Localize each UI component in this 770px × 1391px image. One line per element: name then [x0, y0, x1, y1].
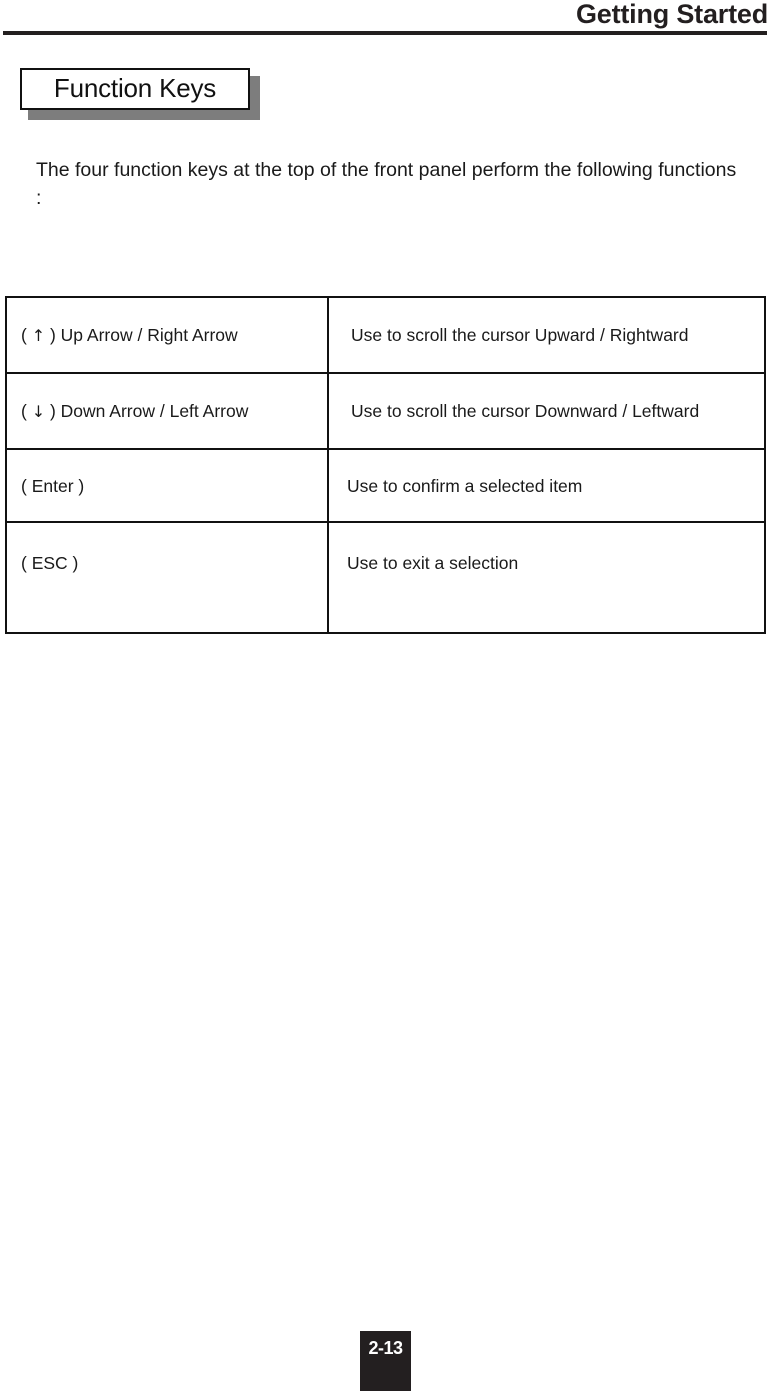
header-divider-rule — [3, 31, 767, 35]
key-label-suffix: ) Up Arrow / Right Arrow — [45, 324, 238, 345]
table-row: ( ↓ ) Down Arrow / Left Arrow Use to scr… — [5, 372, 766, 450]
description-cell: Use to confirm a selected item — [327, 448, 766, 523]
description-cell: Use to exit a selection — [327, 521, 766, 634]
page-header: Getting Started — [0, 0, 770, 36]
key-label-prefix: ( — [21, 324, 32, 345]
page-folio: 2-13 — [360, 1331, 411, 1391]
page-number: 2-13 — [368, 1338, 403, 1358]
key-cell: ( ↑ ) Up Arrow / Right Arrow — [5, 296, 329, 374]
key-cell: ( Enter ) — [5, 448, 329, 523]
up-arrow-icon: ↑ — [31, 325, 46, 345]
table-row: ( ESC ) Use to exit a selection — [5, 521, 766, 634]
key-label-prefix: ( — [21, 400, 32, 421]
table-row: ( ↑ ) Up Arrow / Right Arrow Use to scro… — [5, 296, 766, 374]
table-row: ( Enter ) Use to confirm a selected item — [5, 448, 766, 523]
key-cell: ( ↓ ) Down Arrow / Left Arrow — [5, 372, 329, 450]
key-label-suffix: ) Down Arrow / Left Arrow — [45, 400, 249, 421]
description-cell: Use to scroll the cursor Downward / Left… — [327, 372, 766, 450]
description-cell: Use to scroll the cursor Upward / Rightw… — [327, 296, 766, 374]
section-title-label: Function Keys — [53, 73, 217, 103]
function-keys-table: ( ↑ ) Up Arrow / Right Arrow Use to scro… — [5, 296, 766, 634]
down-arrow-icon: ↓ — [31, 401, 46, 421]
key-cell: ( ESC ) — [5, 521, 329, 634]
intro-paragraph: The four function keys at the top of the… — [36, 158, 737, 209]
section-title-plaque: Function Keys — [20, 68, 260, 120]
page-title: Getting Started — [575, 0, 768, 29]
